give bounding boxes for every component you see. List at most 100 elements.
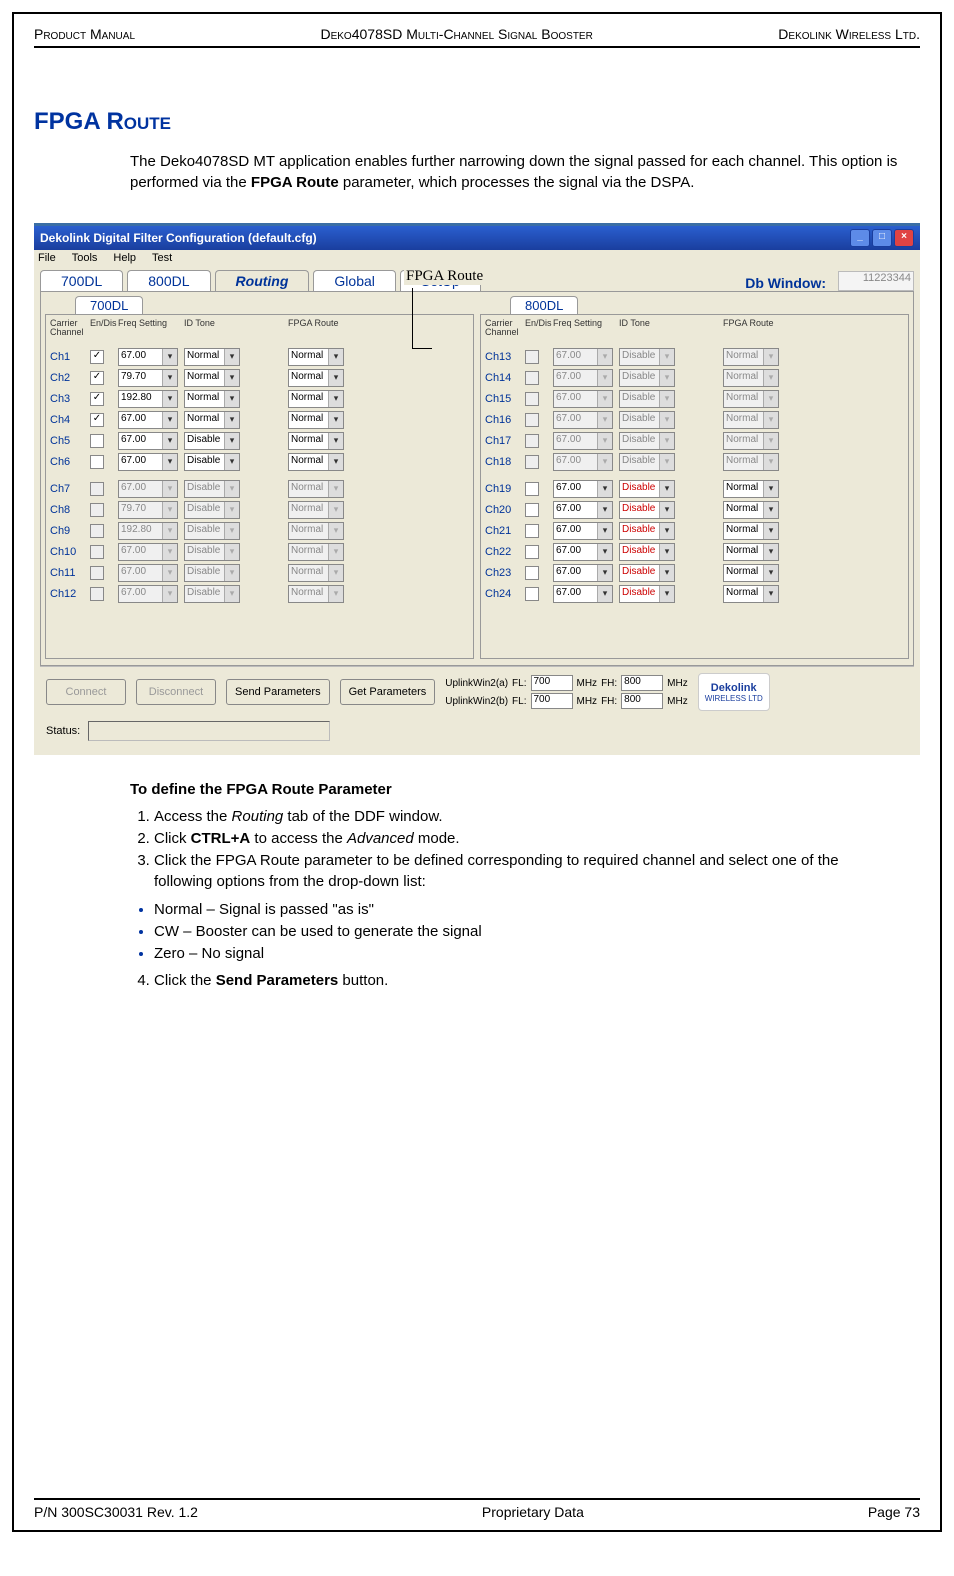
enable-checkbox[interactable] [525, 503, 539, 517]
app-screenshot: FPGA Route Dekolink Digital Filter Confi… [34, 223, 920, 755]
enable-checkbox[interactable] [525, 545, 539, 559]
freq-combo: 67.00 [553, 369, 613, 387]
menu-tools[interactable]: Tools [72, 252, 98, 264]
freq-combo[interactable]: 67.00 [118, 348, 178, 366]
freq-combo[interactable]: 67.00 [118, 411, 178, 429]
idtone-combo[interactable]: Disable [184, 432, 240, 450]
freq-combo[interactable]: 67.00 [118, 432, 178, 450]
enable-checkbox[interactable] [525, 566, 539, 580]
enable-checkbox [525, 413, 539, 427]
subtab-700dl[interactable]: 700DL [75, 296, 143, 314]
intro-para: The Deko4078SD MT application enables fu… [130, 151, 900, 193]
idtone-combo: Disable [619, 453, 675, 471]
channel-label: Ch8 [50, 504, 84, 516]
idtone-combo[interactable]: Normal [184, 411, 240, 429]
freq-combo[interactable]: 67.00 [553, 543, 613, 561]
idtone-combo[interactable]: Normal [184, 390, 240, 408]
freq-combo[interactable]: 67.00 [553, 564, 613, 582]
idtone-combo[interactable]: Disable [619, 501, 675, 519]
fpga-route-combo[interactable]: Normal [723, 543, 779, 561]
get-parameters-button[interactable]: Get Parameters [340, 679, 436, 705]
db-window-value: 11223344 [838, 271, 914, 291]
channel-label: Ch15 [485, 393, 519, 405]
enable-checkbox[interactable] [525, 482, 539, 496]
maximize-icon[interactable]: □ [872, 229, 892, 247]
send-parameters-button[interactable]: Send Parameters [226, 679, 330, 705]
channel-label: Ch4 [50, 414, 84, 426]
freq-combo[interactable]: 67.00 [553, 501, 613, 519]
idtone-combo: Disable [184, 543, 240, 561]
channel-label: Ch1 [50, 351, 84, 363]
idtone-combo: Disable [184, 564, 240, 582]
window-titlebar[interactable]: Dekolink Digital Filter Configuration (d… [34, 226, 920, 250]
uplink-b-label: UplinkWin2(b) [445, 696, 508, 707]
idtone-combo[interactable]: Disable [619, 585, 675, 603]
header-center: Deko4078SD Multi-Channel Signal Booster [320, 26, 592, 42]
freq-combo[interactable]: 67.00 [553, 522, 613, 540]
uplink-b-fh[interactable]: 800 [621, 693, 663, 709]
db-window-label: Db Window: [745, 275, 834, 291]
menu-test[interactable]: Test [152, 252, 172, 264]
tab-routing[interactable]: Routing [215, 270, 310, 291]
enable-checkbox[interactable] [90, 455, 104, 469]
freq-combo[interactable]: 67.00 [553, 480, 613, 498]
uplink-a-fh[interactable]: 800 [621, 675, 663, 691]
channel-label: Ch22 [485, 546, 519, 558]
fpga-route-combo[interactable]: Normal [723, 585, 779, 603]
fpga-route-combo[interactable]: Normal [288, 390, 344, 408]
fpga-route-combo[interactable]: Normal [723, 480, 779, 498]
window-title: Dekolink Digital Filter Configuration (d… [40, 231, 317, 245]
fpga-route-combo[interactable]: Normal [288, 411, 344, 429]
enable-checkbox[interactable] [525, 587, 539, 601]
uplink-a-fl[interactable]: 700 [531, 675, 573, 691]
idtone-combo: Disable [619, 432, 675, 450]
enable-checkbox[interactable] [90, 371, 104, 385]
fpga-route-combo[interactable]: Normal [288, 432, 344, 450]
freq-combo[interactable]: 192.80 [118, 390, 178, 408]
tab-800dl[interactable]: 800DL [127, 270, 210, 291]
step-1: Access the Routing tab of the DDF window… [154, 806, 900, 828]
step-3: Click the FPGA Route parameter to be def… [154, 850, 900, 894]
fpga-route-combo[interactable]: Normal [288, 453, 344, 471]
subpane-700dl: 700DL Carrier Channel En/Dis Freq Settin… [45, 296, 474, 661]
subtab-800dl[interactable]: 800DL [510, 296, 578, 314]
freq-combo: 79.70 [118, 501, 178, 519]
idtone-combo[interactable]: Disable [619, 564, 675, 582]
instructions-heading: To define the FPGA Route Parameter [130, 779, 900, 800]
tab-700dl[interactable]: 700DL [40, 270, 123, 291]
menu-file[interactable]: File [38, 252, 56, 264]
idtone-combo[interactable]: Normal [184, 369, 240, 387]
fpga-route-combo[interactable]: Normal [723, 564, 779, 582]
enable-checkbox[interactable] [90, 413, 104, 427]
freq-combo: 67.00 [553, 348, 613, 366]
uplink-b-fl[interactable]: 700 [531, 693, 573, 709]
idtone-combo[interactable]: Disable [184, 453, 240, 471]
fpga-route-combo[interactable]: Normal [723, 501, 779, 519]
fpga-route-combo[interactable]: Normal [288, 369, 344, 387]
hdr-id: ID Tone [184, 319, 240, 345]
minimize-icon[interactable]: _ [850, 229, 870, 247]
freq-combo[interactable]: 67.00 [118, 453, 178, 471]
enable-checkbox[interactable] [525, 524, 539, 538]
enable-checkbox[interactable] [90, 350, 104, 364]
fpga-route-combo[interactable]: Normal [288, 348, 344, 366]
enable-checkbox[interactable] [90, 392, 104, 406]
idtone-combo[interactable]: Disable [619, 480, 675, 498]
channel-label: Ch14 [485, 372, 519, 384]
enable-checkbox[interactable] [90, 434, 104, 448]
idtone-combo[interactable]: Disable [619, 543, 675, 561]
fpga-route-combo[interactable]: Normal [723, 522, 779, 540]
menu-help[interactable]: Help [113, 252, 136, 264]
disconnect-button[interactable]: Disconnect [136, 679, 216, 705]
enable-checkbox [90, 503, 104, 517]
tab-global[interactable]: Global [313, 270, 395, 291]
idtone-combo[interactable]: Normal [184, 348, 240, 366]
freq-combo[interactable]: 79.70 [118, 369, 178, 387]
fpga-route-combo: Normal [288, 480, 344, 498]
fpga-route-combo: Normal [288, 543, 344, 561]
enable-checkbox [525, 392, 539, 406]
close-icon[interactable]: × [894, 229, 914, 247]
idtone-combo[interactable]: Disable [619, 522, 675, 540]
connect-button[interactable]: Connect [46, 679, 126, 705]
freq-combo[interactable]: 67.00 [553, 585, 613, 603]
